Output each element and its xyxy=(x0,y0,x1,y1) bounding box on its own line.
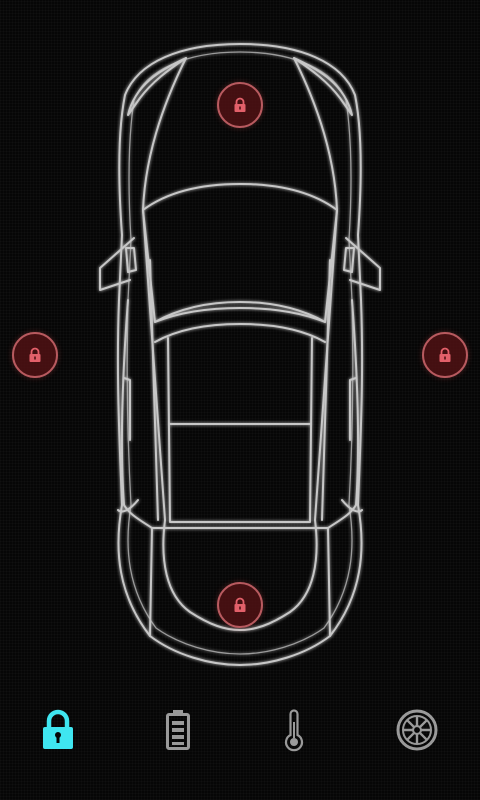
bottom-navigation xyxy=(0,690,480,770)
battery-icon xyxy=(166,710,190,750)
padlock-icon xyxy=(29,347,41,362)
padlock-icon xyxy=(234,597,246,612)
wheel-icon xyxy=(396,709,438,751)
front-lock-button[interactable] xyxy=(217,82,263,128)
nav-lock-tab[interactable] xyxy=(28,702,88,758)
car-control-screen xyxy=(0,0,480,800)
nav-tires-tab[interactable] xyxy=(387,702,447,758)
nav-climate-tab[interactable] xyxy=(264,702,324,758)
right-door-lock-button[interactable] xyxy=(422,332,468,378)
rear-trunk-lock-button[interactable] xyxy=(217,582,263,628)
padlock-icon xyxy=(43,709,73,749)
padlock-icon xyxy=(439,347,451,362)
left-door-lock-button[interactable] xyxy=(12,332,58,378)
nav-battery-tab[interactable] xyxy=(148,702,208,758)
car-top-view xyxy=(0,0,480,680)
padlock-icon xyxy=(234,97,246,112)
thermometer-icon xyxy=(284,709,304,752)
